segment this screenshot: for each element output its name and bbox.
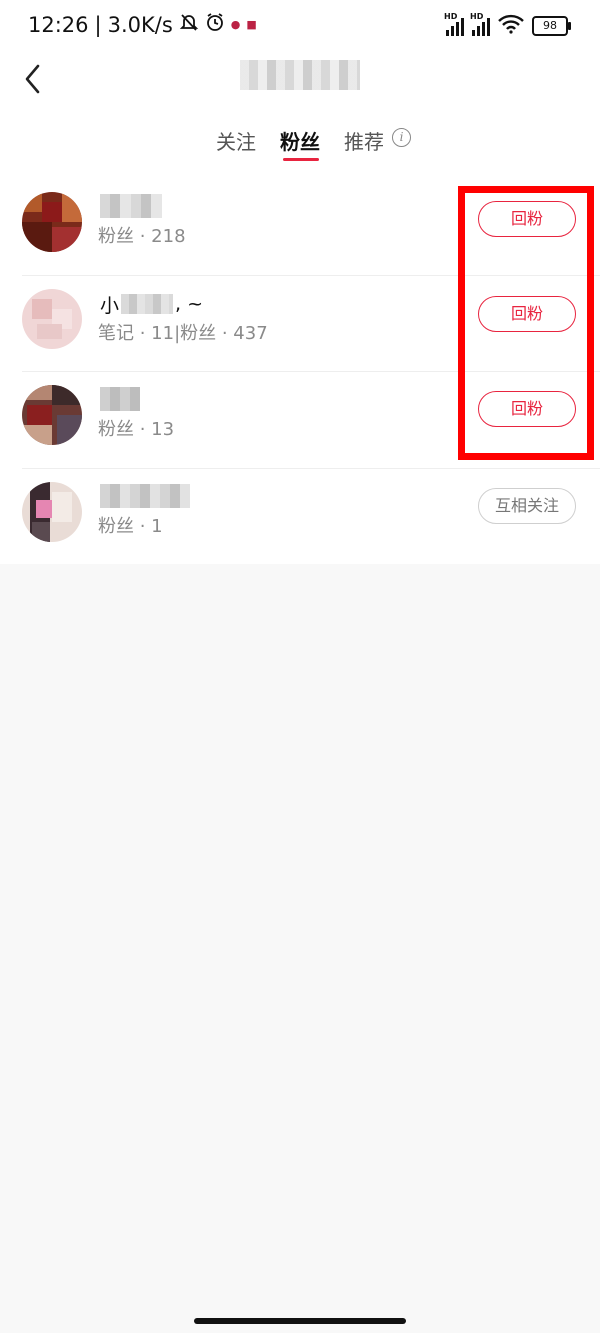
highlight-box	[458, 186, 594, 460]
signal-icon: HD	[444, 12, 464, 36]
status-left: 12:26 | 3.0K/s ● ■	[28, 12, 257, 37]
back-icon[interactable]	[22, 60, 52, 96]
follower-stats: 粉丝 · 218	[98, 226, 186, 247]
tab-followers[interactable]: 粉丝	[280, 126, 320, 155]
follower-stats: 粉丝 · 13	[98, 419, 175, 440]
separator: |	[94, 12, 102, 37]
home-indicator[interactable]	[194, 1318, 406, 1324]
tab-recommended[interactable]: 推荐	[344, 126, 384, 155]
wifi-icon	[498, 14, 524, 38]
clock: 12:26	[28, 12, 89, 37]
avatar[interactable]	[22, 192, 82, 252]
username-redacted	[121, 294, 174, 314]
battery-icon: 98	[532, 16, 571, 36]
follower-stats: 笔记 · 11|粉丝 · 437	[98, 322, 268, 344]
follower-stats: 粉丝 · 1	[98, 515, 163, 537]
username-suffix: , ~	[175, 293, 204, 315]
avatar[interactable]	[22, 385, 82, 445]
avatar[interactable]	[22, 481, 82, 542]
username: 小 , ~	[100, 291, 203, 318]
alarm-icon	[205, 12, 225, 37]
tab-following[interactable]: 关注	[216, 126, 256, 155]
list-item[interactable]: 粉丝 · 1 互相关注	[0, 467, 600, 565]
tab-bar: 关注 粉丝 推荐 i	[0, 106, 600, 178]
page-title-redacted	[240, 60, 360, 90]
status-right: HD HD 98	[444, 12, 571, 38]
info-icon[interactable]: i	[392, 128, 411, 147]
network-speed: 3.0K/s	[107, 12, 173, 37]
username-redacted	[100, 483, 190, 508]
username-prefix: 小	[100, 294, 120, 317]
signal-icon-2: HD	[470, 12, 490, 36]
username-redacted	[100, 194, 162, 218]
nav-bar	[0, 56, 600, 106]
mutual-follow-button[interactable]: 互相关注	[478, 487, 576, 524]
app-notification-icon-2: ■	[246, 18, 257, 31]
bell-off-icon	[179, 12, 199, 37]
active-tab-indicator	[283, 158, 319, 161]
status-bar: 12:26 | 3.0K/s ● ■ HD HD 98	[0, 0, 600, 56]
avatar[interactable]	[22, 288, 82, 349]
username-redacted	[100, 387, 140, 411]
app-notification-icon: ●	[230, 18, 241, 31]
